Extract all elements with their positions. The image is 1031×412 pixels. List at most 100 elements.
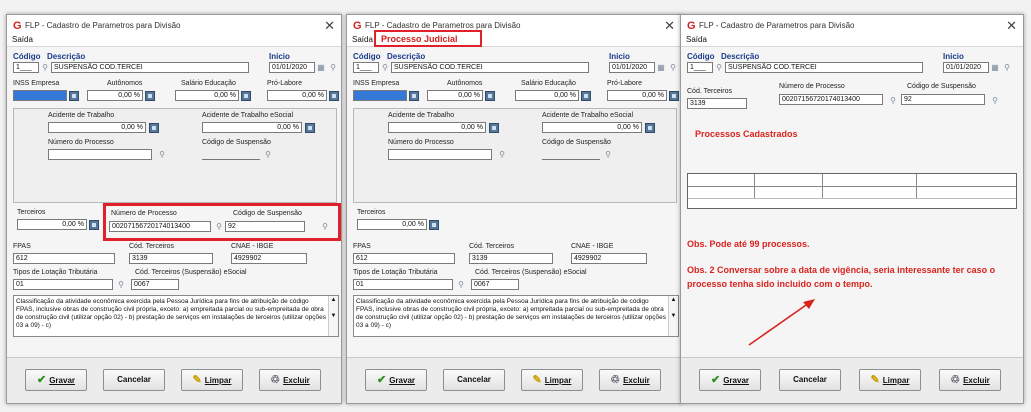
descricao-input[interactable]: SUSPENSÃO COD.TERCEI [725, 62, 923, 73]
codigo-input[interactable]: 1___ [687, 62, 713, 73]
cancelar-button[interactable]: Cancelar [443, 369, 505, 391]
gravar-button[interactable]: ✔ Gravar [365, 369, 427, 391]
inss-input[interactable] [13, 90, 67, 101]
terceiros-input[interactable]: 0,00 % [17, 219, 87, 230]
description-textarea[interactable]: Classificação da atividade econômica exe… [353, 295, 679, 337]
tipos-lotacao-input[interactable]: 01 [353, 279, 453, 290]
lookup-icon[interactable] [489, 123, 499, 133]
calendar-icon[interactable]: ▦ [989, 62, 1001, 73]
binoculars-icon[interactable]: ⚲ [602, 149, 614, 160]
suspensao-input[interactable]: 92 [901, 94, 985, 105]
inicio-input[interactable]: 01/01/2020 [943, 62, 989, 73]
close-icon[interactable]: ✕ [1006, 18, 1017, 34]
acidente-esocial-input[interactable]: 0,00 % [542, 122, 642, 133]
prolabore-input[interactable]: 0,00 % [267, 90, 327, 101]
codigo-input[interactable]: 1___ [353, 62, 379, 73]
excluir-button[interactable]: ♲ Excluir [259, 369, 321, 391]
lookup-icon[interactable] [485, 91, 495, 101]
menu-saida[interactable]: Saída [686, 35, 707, 44]
binoculars-icon[interactable]: ⚲ [39, 62, 51, 73]
processo-input[interactable] [388, 149, 492, 160]
cancelar-button[interactable]: Cancelar [103, 369, 165, 391]
inss-input[interactable] [353, 90, 407, 101]
terceiros-esocial-input[interactable]: 0067 [131, 279, 179, 290]
cod-terceiros-input[interactable]: 3139 [469, 253, 553, 264]
binoculars-icon[interactable]: ⚲ [713, 62, 725, 73]
inicio-label: Inicio [269, 52, 290, 61]
lookup-icon[interactable] [145, 91, 155, 101]
cnae-input[interactable]: 4929902 [231, 253, 307, 264]
processo-input[interactable] [48, 149, 152, 160]
prolabore-input[interactable]: 0,00 % [607, 90, 667, 101]
binoculars-icon[interactable]: ⚲ [887, 95, 899, 106]
lookup-icon[interactable] [241, 91, 251, 101]
acidente-esocial-input[interactable]: 0,00 % [202, 122, 302, 133]
gravar-button[interactable]: ✔ Gravar [699, 369, 761, 391]
binoculars-icon[interactable]: ⚲ [1001, 62, 1013, 73]
binoculars-icon[interactable]: ⚲ [455, 279, 467, 290]
menu-saida[interactable]: Saída [352, 35, 373, 44]
description-textarea[interactable]: Classificação da atividade econômica exe… [13, 295, 339, 337]
binoculars-icon[interactable]: ⚲ [156, 149, 168, 160]
descricao-input[interactable]: SUSPENSÃO COD.TERCEI [51, 62, 249, 73]
tipos-lotacao-input[interactable]: 01 [13, 279, 113, 290]
salario-input[interactable]: 0,00 % [175, 90, 239, 101]
descricao-input[interactable]: SUSPENSÃO COD.TERCEI [391, 62, 589, 73]
suspensao-input[interactable] [542, 149, 600, 160]
lookup-icon[interactable] [409, 91, 419, 101]
excluir-button[interactable]: ♲ Excluir [939, 369, 1001, 391]
inicio-input[interactable]: 01/01/2020 [609, 62, 655, 73]
terceiros-esocial-input[interactable]: 0067 [471, 279, 519, 290]
binoculars-icon[interactable]: ⚲ [496, 149, 508, 160]
calendar-icon[interactable]: ▦ [655, 62, 667, 73]
menu-saida[interactable]: Saída [12, 35, 33, 44]
lookup-icon[interactable] [581, 91, 591, 101]
scrollbar[interactable]: ▲ ▼ [668, 296, 678, 336]
autonomos-input[interactable]: 0,00 % [87, 90, 143, 101]
limpar-button[interactable]: ✎ Limpar [859, 369, 921, 391]
binoculars-icon[interactable]: ⚲ [989, 95, 1001, 106]
inicio-input[interactable]: 01/01/2020 [269, 62, 315, 73]
lookup-icon[interactable] [149, 123, 159, 133]
binoculars-icon[interactable]: ⚲ [319, 221, 331, 232]
lookup-icon[interactable] [329, 91, 339, 101]
fpas-input[interactable]: 612 [13, 253, 115, 264]
lookup-icon[interactable] [69, 91, 79, 101]
cancelar-button[interactable]: Cancelar [779, 369, 841, 391]
lookup-icon[interactable] [429, 220, 439, 230]
cod-terceiros-input[interactable]: 3139 [129, 253, 213, 264]
limpar-button[interactable]: ✎ Limpar [181, 369, 243, 391]
lookup-icon[interactable] [669, 91, 679, 101]
acidente-trabalho-input[interactable]: 0,00 % [388, 122, 486, 133]
menu-processo-judicial[interactable]: Processo Judicial [381, 34, 458, 44]
excluir-button[interactable]: ♲ Excluir [599, 369, 661, 391]
calendar-icon[interactable]: ▦ [315, 62, 327, 73]
binoculars-icon[interactable]: ⚲ [379, 62, 391, 73]
scrollbar[interactable]: ▲ ▼ [328, 296, 338, 336]
cnae-input[interactable]: 4929902 [571, 253, 647, 264]
acidente-trabalho-input[interactable]: 0,00 % [48, 122, 146, 133]
cod-terceiros-input[interactable]: 3139 [687, 98, 747, 109]
suspensao-input[interactable] [202, 149, 260, 160]
salario-input[interactable]: 0,00 % [515, 90, 579, 101]
lookup-icon[interactable] [305, 123, 315, 133]
binoculars-icon[interactable]: ⚲ [262, 149, 274, 160]
binoculars-icon[interactable]: ⚲ [667, 62, 679, 73]
processo-input[interactable]: 00207156720174013400 [779, 94, 883, 105]
binoculars-icon[interactable]: ⚲ [327, 62, 339, 73]
lookup-icon[interactable] [645, 123, 655, 133]
terceiros-suspensao-input[interactable]: 92 [225, 221, 305, 232]
terceiros-processo-input[interactable]: 00207156720174013400 [109, 221, 211, 232]
codigo-input[interactable]: 1___ [13, 62, 39, 73]
close-icon[interactable]: ✕ [324, 18, 335, 34]
gravar-button[interactable]: ✔ Gravar [25, 369, 87, 391]
autonomos-input[interactable]: 0,00 % [427, 90, 483, 101]
binoculars-icon[interactable]: ⚲ [213, 221, 225, 232]
lookup-icon[interactable] [89, 220, 99, 230]
limpar-button[interactable]: ✎ Limpar [521, 369, 583, 391]
terceiros-input[interactable]: 0,00 % [357, 219, 427, 230]
processos-table[interactable] [687, 173, 1017, 209]
close-icon[interactable]: ✕ [664, 18, 675, 34]
fpas-input[interactable]: 612 [353, 253, 455, 264]
binoculars-icon[interactable]: ⚲ [115, 279, 127, 290]
